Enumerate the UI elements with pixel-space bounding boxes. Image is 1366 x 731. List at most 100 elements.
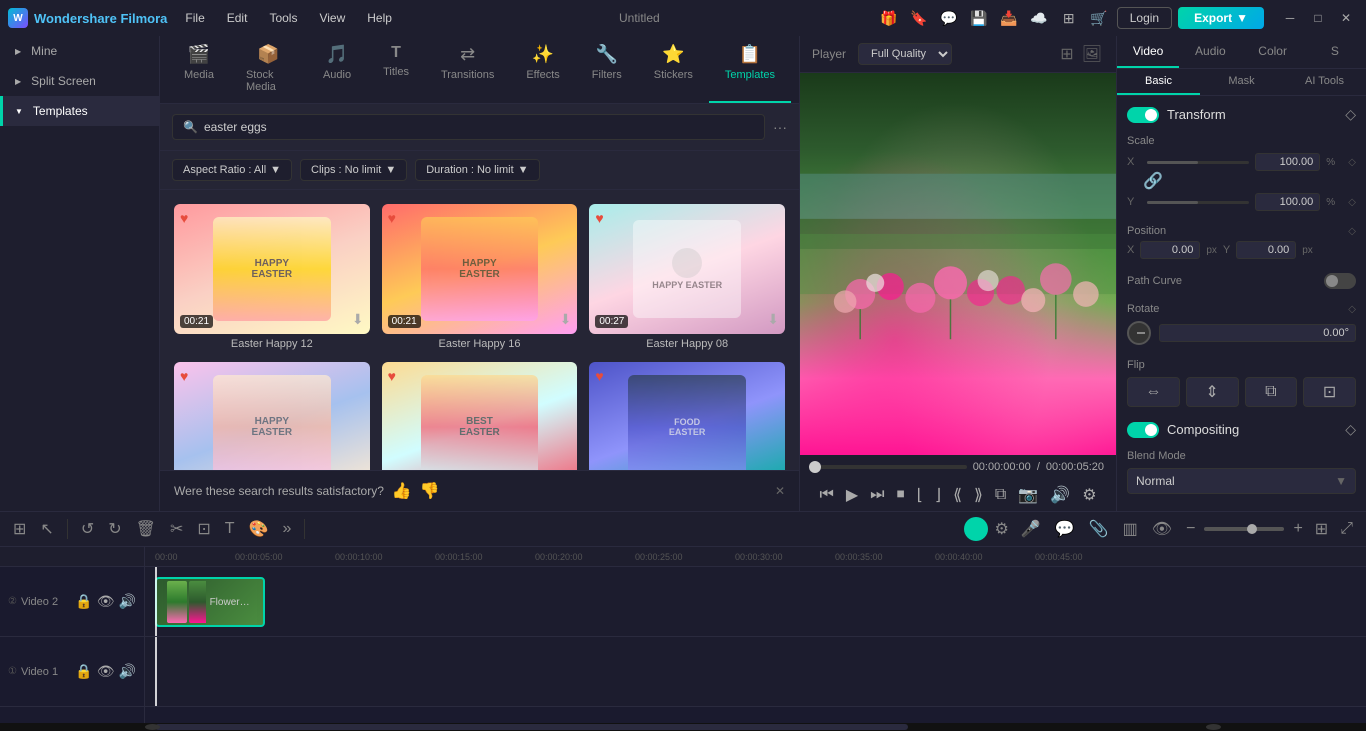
grid-icon[interactable]: ⊞	[1057, 6, 1081, 30]
tab-transitions[interactable]: ⇄ Transitions	[425, 36, 510, 103]
tab-media[interactable]: 🎬 Media	[168, 36, 230, 103]
flip-vertical-button[interactable]: ⇕	[1186, 377, 1239, 407]
text-tool[interactable]: T	[220, 517, 240, 541]
tab-video[interactable]: Video	[1117, 36, 1179, 68]
more-tools[interactable]: »	[277, 517, 296, 541]
template-item[interactable]: ♥ 00:21 ⬇ BESTEASTER Easter Happy 04	[376, 356, 584, 470]
expand-icon[interactable]: ⤢	[1335, 517, 1358, 541]
tab-effects[interactable]: ✨ Effects	[510, 36, 575, 103]
menu-file[interactable]: File	[175, 7, 214, 29]
import-icon[interactable]: 📥	[997, 6, 1021, 30]
pos-x-value[interactable]: 0.00	[1140, 241, 1200, 259]
tab-audio[interactable]: 🎵 Audio	[307, 36, 367, 103]
close-feedback-button[interactable]: ✕	[775, 484, 785, 498]
mark-in-button[interactable]: ⌊	[913, 483, 927, 507]
tab-extra[interactable]: S	[1304, 36, 1366, 68]
tab-color[interactable]: Color	[1242, 36, 1304, 68]
template-item[interactable]: ♥ 00:23 ⬇ HAPPYEASTER Easter Happy 20	[168, 356, 376, 470]
delete-button[interactable]: 🗑	[131, 516, 161, 542]
settings-gear-icon[interactable]: ⚙	[992, 516, 1012, 542]
cart-icon[interactable]: 🛒	[1087, 6, 1111, 30]
compositing-toggle[interactable]	[1127, 422, 1159, 438]
record-button[interactable]	[964, 517, 988, 541]
tab-filters[interactable]: 🔧 Filters	[576, 36, 638, 103]
template-item[interactable]: ♥ 00:21 ⬇ HAPPYEASTER Easter Happy 12	[168, 198, 376, 356]
play-button[interactable]: ▶	[842, 483, 862, 507]
blend-mode-select[interactable]: Normal ▼	[1127, 468, 1356, 494]
position-keyframe[interactable]: ◇	[1348, 226, 1356, 237]
mark-out-button[interactable]: ⌋	[931, 483, 945, 507]
grid-view-icon[interactable]: ⊞	[1058, 42, 1075, 66]
minimize-button[interactable]: ─	[1278, 6, 1302, 30]
clips-filter[interactable]: Clips : No limit ▼	[300, 159, 407, 181]
subtab-basic[interactable]: Basic	[1117, 69, 1200, 95]
search-input-wrapper[interactable]: 🔍 easter eggs	[172, 114, 765, 140]
scroll-right-handle[interactable]	[1206, 724, 1221, 730]
cloud-icon[interactable]: ☁️	[1027, 6, 1051, 30]
caption-button[interactable]: 💬	[1050, 516, 1080, 542]
video-clip-2[interactable]: Flowers - Vide...	[155, 577, 265, 627]
transform-reset-diamond[interactable]: ◇	[1345, 106, 1356, 123]
tab-stock[interactable]: 📦 Stock Media	[230, 36, 307, 103]
track-row-2[interactable]: Flowers - Vide...	[145, 567, 1366, 637]
link-scale-icon[interactable]: 🔗	[1143, 171, 1163, 191]
pos-y-value[interactable]: 0.00	[1236, 241, 1296, 259]
clip-button[interactable]: 📎	[1084, 516, 1114, 542]
flip-option4[interactable]: ⊡	[1303, 377, 1356, 407]
compositing-reset-diamond[interactable]: ◇	[1345, 421, 1356, 438]
scroll-left-handle[interactable]	[145, 724, 160, 730]
track2-eye-icon[interactable]: 👁	[97, 593, 115, 610]
gift-icon[interactable]: 🎁	[877, 6, 901, 30]
next-clip-button[interactable]: ⟫	[970, 483, 987, 507]
track2-audio-icon[interactable]: 🔊	[119, 593, 136, 610]
timeline-scrollbar[interactable]	[0, 723, 1366, 731]
bookmark-icon[interactable]: 🔖	[907, 6, 931, 30]
tab-templates[interactable]: 📋 Templates	[709, 36, 791, 103]
track2-lock-icon[interactable]: 🔒	[75, 593, 92, 610]
more-options-button[interactable]: ···	[773, 119, 787, 135]
track1-eye-icon[interactable]: 👁	[97, 663, 115, 680]
tab-titles[interactable]: T Titles	[367, 36, 425, 103]
scale-x-keyframe[interactable]: ◇	[1348, 157, 1356, 168]
track1-lock-icon[interactable]: 🔒	[75, 663, 92, 680]
tab-stickers[interactable]: ⭐ Stickers	[638, 36, 709, 103]
scrollbar-track-thumb[interactable]	[155, 724, 908, 730]
select-icon[interactable]: ↖	[35, 516, 58, 542]
sidebar-item-templates[interactable]: ▼ Templates	[0, 96, 159, 126]
like-button[interactable]: 👍	[392, 481, 412, 501]
close-button[interactable]: ✕	[1334, 6, 1358, 30]
zoom-slider[interactable]	[1204, 527, 1284, 531]
dislike-button[interactable]: 👎	[420, 481, 440, 501]
undo-button[interactable]: ↺	[76, 516, 99, 542]
menu-tools[interactable]: Tools	[259, 7, 307, 29]
split-view-button[interactable]: ▥	[1118, 516, 1143, 542]
preview-timeline-slider[interactable]	[812, 465, 967, 469]
rotate-value[interactable]: 0.00°	[1159, 324, 1356, 342]
snapshot-button[interactable]: 📷	[1014, 483, 1042, 507]
redo-button[interactable]: ↻	[103, 516, 126, 542]
track1-audio-icon[interactable]: 🔊	[119, 663, 136, 680]
prev-clip-button[interactable]: ⟪	[949, 483, 966, 507]
mic-button[interactable]: 🎤	[1016, 516, 1046, 542]
settings-button[interactable]: ⚙	[1078, 483, 1100, 507]
rotate-keyframe[interactable]: ◇	[1348, 304, 1356, 315]
flip-horizontal-button[interactable]: ⇔	[1127, 377, 1180, 407]
maximize-button[interactable]: □	[1306, 6, 1330, 30]
menu-help[interactable]: Help	[357, 7, 402, 29]
plus-zoom[interactable]: +	[1288, 517, 1307, 541]
template-item[interactable]: ♥ 00:28 ⬇ FOODEASTER Easter Food 10	[583, 356, 791, 470]
eye-button[interactable]: 👁	[1147, 516, 1177, 542]
scale-y-value[interactable]: 100.00	[1255, 193, 1320, 211]
template-item[interactable]: ♥ 00:21 ⬇ HAPPYEASTER Easter Happy 16	[376, 198, 584, 356]
save-icon[interactable]: 💾	[967, 6, 991, 30]
cut-button[interactable]: ✂	[165, 516, 188, 542]
template-item[interactable]: ♥ 00:27 ⬇ HAPPY EASTER Easter Happy 08	[583, 198, 791, 356]
login-button[interactable]: Login	[1117, 7, 1172, 29]
pip-button[interactable]: ⧉	[991, 484, 1010, 506]
export-button[interactable]: Export ▼	[1178, 7, 1264, 29]
rotate-dial[interactable]	[1127, 321, 1151, 345]
tab-audio[interactable]: Audio	[1179, 36, 1241, 68]
audio-button[interactable]: 🔊	[1046, 483, 1074, 507]
scale-y-keyframe[interactable]: ◇	[1348, 197, 1356, 208]
next-frame-button[interactable]: ⏭	[866, 484, 888, 506]
